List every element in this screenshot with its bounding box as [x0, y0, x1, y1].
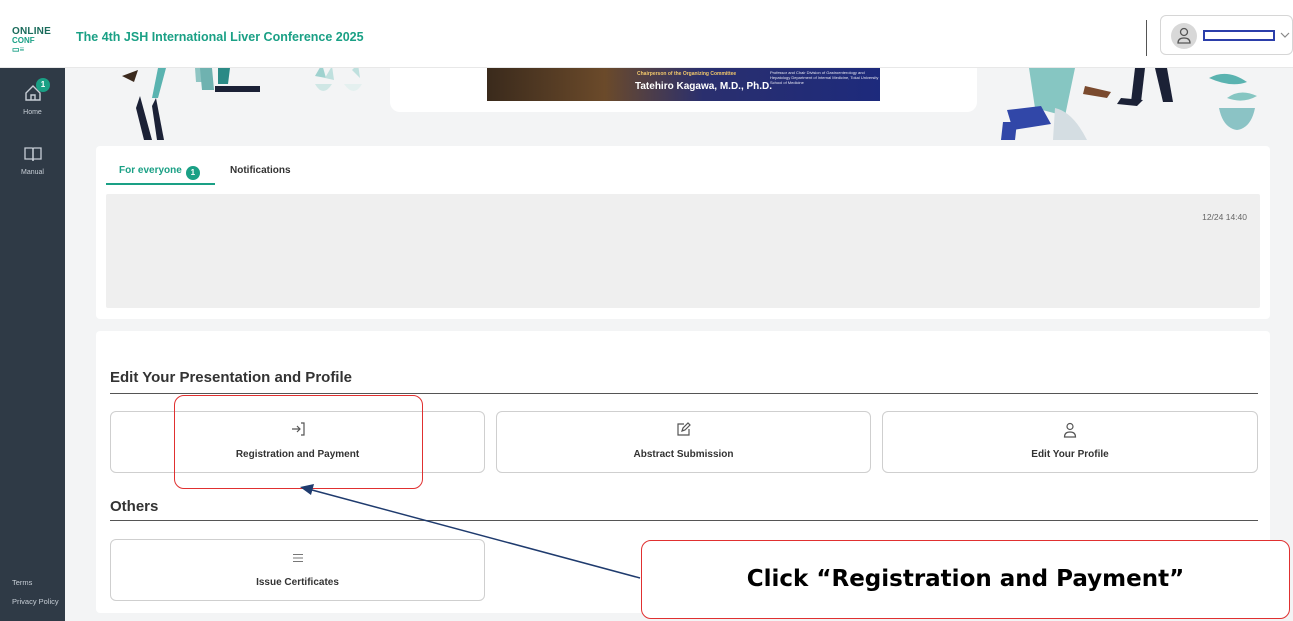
terms-link[interactable]: Terms [12, 578, 32, 587]
sidebar: 1 Home Manual Terms Privacy Policy [0, 68, 65, 621]
banner-chair-role: Chairperson of the Organizing Committee [637, 71, 737, 77]
online-conf-logo[interactable]: ONLINE CONF ▭≡ [12, 26, 51, 55]
privacy-policy-link[interactable]: Privacy Policy [12, 597, 59, 606]
tab-notifications[interactable]: Notifications [230, 165, 291, 176]
section-title-others: Others [110, 498, 159, 515]
card-label: Issue Certificates [256, 577, 339, 588]
book-icon [23, 147, 42, 162]
edit-icon [677, 422, 691, 436]
active-tab-indicator [106, 183, 215, 185]
banner-chair-name: Tatehiro Kagawa, M.D., Ph.D. [635, 81, 773, 92]
card-label: Edit Your Profile [1031, 449, 1109, 460]
sidebar-item-label: Home [23, 109, 42, 116]
chevron-down-icon[interactable] [1279, 29, 1291, 41]
avatar[interactable] [1171, 23, 1197, 49]
banner-chair-affiliation: Professor and Chair Division of Gastroen… [770, 70, 879, 85]
annotation-callout: Click “Registration and Payment” [641, 540, 1290, 619]
logo-text-bottom: CONF ▭≡ [12, 36, 35, 54]
top-header: ONLINE CONF ▭≡ The 4th JSH International… [0, 0, 1293, 68]
home-notification-badge: 1 [36, 78, 50, 92]
user-name-redacted [1203, 30, 1275, 41]
edit-your-profile-button[interactable]: Edit Your Profile [882, 411, 1258, 473]
notice-item[interactable]: 12/24 14:40 [106, 194, 1260, 308]
abstract-submission-button[interactable]: Abstract Submission [496, 411, 871, 473]
issue-certificates-button[interactable]: Issue Certificates [110, 539, 485, 601]
notice-timestamp: 12/24 14:40 [1202, 212, 1247, 222]
callout-text: Click “Registration and Payment” [746, 566, 1185, 592]
tab-for-everyone[interactable]: For everyone 1 [119, 165, 200, 180]
section-title-edit: Edit Your Presentation and Profile [110, 369, 352, 386]
tab-label: For everyone [119, 165, 182, 176]
card-label: Abstract Submission [633, 449, 734, 460]
user-menu[interactable] [1160, 15, 1293, 55]
tab-count-badge: 1 [185, 166, 200, 180]
section-divider [110, 520, 1258, 521]
doctors-illustration-right [1001, 68, 1257, 140]
sidebar-item-home[interactable]: 1 Home [0, 78, 65, 116]
section-divider [110, 393, 1258, 394]
user-icon [1063, 422, 1077, 438]
menu-icon [292, 554, 303, 562]
conference-banner-image: Chairperson of the Organizing Committee … [487, 68, 880, 101]
user-icon [1177, 27, 1191, 44]
annotation-highlight-box [174, 395, 423, 489]
sidebar-item-manual[interactable]: Manual [0, 146, 65, 176]
conference-title[interactable]: The 4th JSH International Liver Conferen… [76, 30, 364, 44]
sidebar-item-label: Manual [21, 169, 44, 176]
notice-panel: For everyone 1 Notifications 12/24 14:40 [96, 146, 1270, 319]
header-divider [1146, 20, 1147, 56]
doctors-illustration-left [122, 68, 362, 140]
logo-text-top: ONLINE [12, 26, 51, 37]
